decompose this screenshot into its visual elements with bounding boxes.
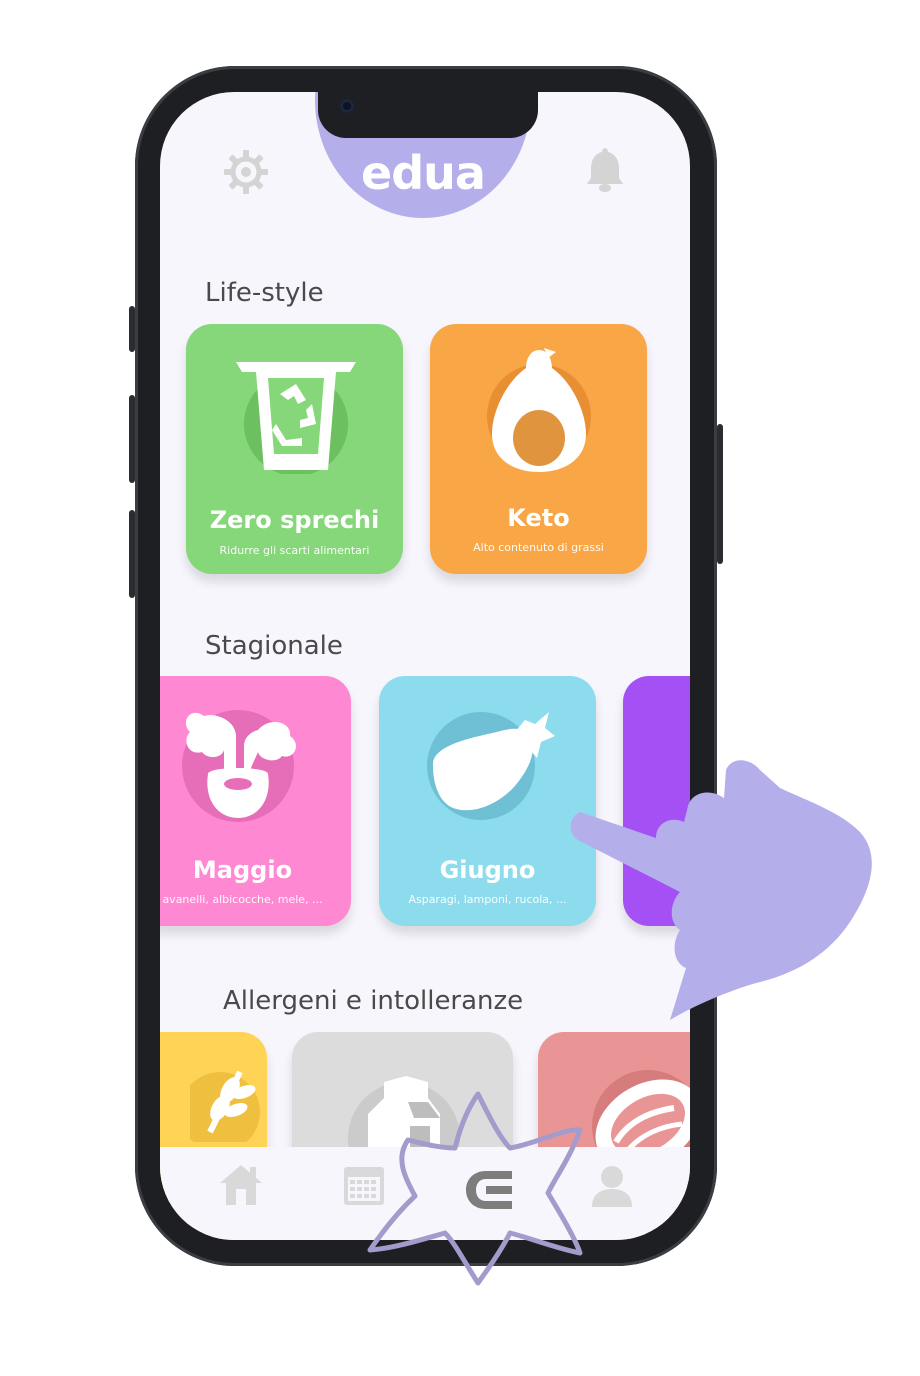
wheat-icon: [190, 1070, 260, 1142]
pointing-hand-icon: [570, 760, 872, 1020]
card-title: Keto: [507, 504, 570, 532]
phone-notch: [318, 90, 538, 138]
app-logo: edua: [361, 146, 486, 200]
phone-volume-up: [129, 395, 135, 483]
phone-side-button: [129, 306, 135, 352]
app-screen: edua Life-style Zero sprechi Ridurre gli…: [160, 92, 690, 1240]
eggplant-icon: [427, 712, 555, 820]
section-title-seasonal: Stagionale: [205, 631, 343, 661]
card-zero-sprechi[interactable]: Zero sprechi Ridurre gli scarti alimenta…: [186, 324, 403, 574]
card-subtitle: Ridurre gli scarti alimentari: [219, 544, 370, 557]
highlight-star-outline: [367, 1091, 583, 1286]
home-icon[interactable]: [218, 1163, 264, 1211]
radish-icon: [182, 710, 296, 822]
card-keto[interactable]: Keto Alto contenuto di grassi: [430, 324, 647, 574]
profile-icon[interactable]: [590, 1163, 634, 1211]
card-subtitle: avanelli, albicocche, mele, ...: [162, 893, 323, 906]
avocado-icon: [487, 348, 591, 472]
section-title-allergens: Allergeni e intolleranze: [223, 986, 524, 1016]
card-maggio[interactable]: Maggio avanelli, albicocche, mele, ...: [160, 676, 351, 926]
section-title-lifestyle: Life-style: [205, 278, 324, 308]
card-subtitle: Alto contenuto di grassi: [473, 541, 604, 554]
front-camera: [340, 99, 354, 113]
card-title: Maggio: [192, 856, 293, 884]
phone-volume-down: [129, 510, 135, 598]
gear-icon[interactable]: [222, 148, 270, 196]
bell-icon[interactable]: [584, 146, 626, 194]
card-title: Zero sprechi: [209, 506, 380, 534]
recycle-bin-icon: [236, 362, 356, 474]
phone-power-button: [717, 424, 723, 564]
